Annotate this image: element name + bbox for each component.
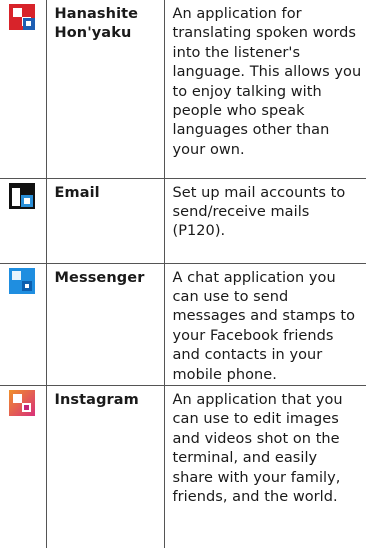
email-icon [9,182,35,209]
table-row-email: Email Set up mail accounts to send/recei… [0,177,366,264]
instagram-icon [9,389,35,416]
app-description: An application for translating spoken wo… [163,0,366,179]
hanashite-honyaku-icon [9,4,35,30]
app-name: Instagram [45,384,165,548]
app-name: Messenger [45,262,165,386]
table-row-hanashite-honyaku: Hanashite Hon'yaku An application for tr… [0,0,366,179]
app-table: Hanashite Hon'yaku An application for tr… [0,0,366,548]
icon-cell [0,262,47,386]
table-row-instagram: Instagram An application that you can us… [0,384,366,548]
app-description: A chat application you can use to send m… [163,262,366,386]
icon-cell [0,177,47,264]
icon-cell [0,0,47,179]
messenger-icon [9,267,35,294]
icon-cell [0,384,47,548]
app-name: Email [45,177,165,264]
app-description: An application that you can use to edit … [163,384,366,548]
table-row-messenger: Messenger A chat application you can use… [0,262,366,386]
app-description: Set up mail accounts to send/receive mai… [163,177,366,264]
app-name: Hanashite Hon'yaku [45,0,165,179]
